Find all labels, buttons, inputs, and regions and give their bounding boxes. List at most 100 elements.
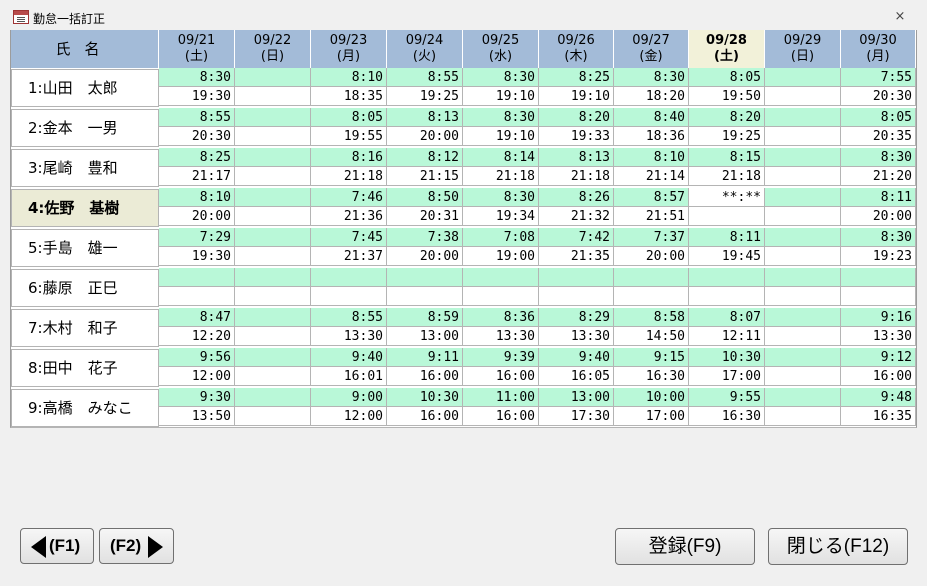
start-time-field[interactable]: [765, 148, 841, 167]
start-time-field[interactable]: 9:16: [841, 308, 916, 327]
end-time-field[interactable]: [463, 287, 539, 306]
end-time-field[interactable]: 13:30: [311, 327, 387, 346]
start-time-field[interactable]: 7:37: [614, 228, 689, 247]
end-time-field[interactable]: 19:33: [539, 127, 614, 146]
start-time-field[interactable]: 8:10: [311, 68, 387, 87]
end-time-field[interactable]: 19:25: [387, 87, 463, 106]
start-time-field[interactable]: 8:12: [387, 148, 463, 167]
end-time-field[interactable]: 21:18: [539, 167, 614, 186]
end-time-field[interactable]: 20:00: [614, 247, 689, 266]
start-time-field[interactable]: [235, 68, 311, 87]
end-time-field[interactable]: 12:00: [311, 407, 387, 426]
end-time-field[interactable]: 12:11: [689, 327, 765, 346]
end-time-field[interactable]: [539, 287, 614, 306]
start-time-field[interactable]: [235, 308, 311, 327]
end-time-field[interactable]: 21:35: [539, 247, 614, 266]
next-week-button[interactable]: (F2): [99, 528, 174, 564]
start-time-field[interactable]: 8:30: [463, 108, 539, 127]
end-time-field[interactable]: 16:01: [311, 367, 387, 386]
start-time-field[interactable]: 8:11: [841, 188, 916, 207]
end-time-field[interactable]: [689, 287, 765, 306]
start-time-field[interactable]: 8:05: [841, 108, 916, 127]
start-time-field[interactable]: 8:11: [689, 228, 765, 247]
start-time-field[interactable]: 8:10: [159, 188, 235, 207]
start-time-field[interactable]: [159, 268, 235, 287]
end-time-field[interactable]: [765, 407, 841, 426]
prev-week-button[interactable]: (F1): [20, 528, 94, 564]
end-time-field[interactable]: [235, 87, 311, 106]
start-time-field[interactable]: 8:07: [689, 308, 765, 327]
start-time-field[interactable]: 8:30: [841, 148, 916, 167]
end-time-field[interactable]: 20:35: [841, 127, 916, 146]
start-time-field[interactable]: **:**: [689, 188, 765, 207]
end-time-field[interactable]: 13:30: [841, 327, 916, 346]
end-time-field[interactable]: 16:30: [614, 367, 689, 386]
end-time-field[interactable]: [235, 247, 311, 266]
end-time-field[interactable]: 20:31: [387, 207, 463, 226]
end-time-field[interactable]: 19:10: [463, 127, 539, 146]
end-time-field[interactable]: [159, 287, 235, 306]
start-time-field[interactable]: 7:42: [539, 228, 614, 247]
start-time-field[interactable]: 9:40: [539, 348, 614, 367]
start-time-field[interactable]: 7:08: [463, 228, 539, 247]
end-time-field[interactable]: 21:18: [311, 167, 387, 186]
employee-name[interactable]: 5:手島 雄一: [11, 229, 159, 267]
start-time-field[interactable]: 10:30: [387, 388, 463, 407]
end-time-field[interactable]: [765, 167, 841, 186]
end-time-field[interactable]: [235, 207, 311, 226]
start-time-field[interactable]: 8:25: [539, 68, 614, 87]
start-time-field[interactable]: 8:30: [159, 68, 235, 87]
end-time-field[interactable]: [614, 287, 689, 306]
end-time-field[interactable]: 19:30: [159, 87, 235, 106]
end-time-field[interactable]: 19:55: [311, 127, 387, 146]
start-time-field[interactable]: [765, 188, 841, 207]
end-time-field[interactable]: [387, 287, 463, 306]
register-button[interactable]: 登録(F9): [615, 528, 755, 565]
end-time-field[interactable]: 20:30: [841, 87, 916, 106]
end-time-field[interactable]: 16:00: [463, 367, 539, 386]
employee-name[interactable]: 7:木村 和子: [11, 309, 159, 347]
start-time-field[interactable]: [765, 388, 841, 407]
end-time-field[interactable]: 21:18: [689, 167, 765, 186]
start-time-field[interactable]: [235, 188, 311, 207]
end-time-field[interactable]: 13:50: [159, 407, 235, 426]
end-time-field[interactable]: 19:00: [463, 247, 539, 266]
end-time-field[interactable]: [765, 127, 841, 146]
end-time-field[interactable]: 20:00: [387, 127, 463, 146]
end-time-field[interactable]: [689, 207, 765, 226]
end-time-field[interactable]: 21:32: [539, 207, 614, 226]
end-time-field[interactable]: 20:00: [841, 207, 916, 226]
end-time-field[interactable]: 21:36: [311, 207, 387, 226]
end-time-field[interactable]: 18:35: [311, 87, 387, 106]
start-time-field[interactable]: 13:00: [539, 388, 614, 407]
close-icon[interactable]: ×: [892, 9, 908, 25]
end-time-field[interactable]: 16:00: [841, 367, 916, 386]
start-time-field[interactable]: [841, 268, 916, 287]
employee-name[interactable]: 8:田中 花子: [11, 349, 159, 387]
start-time-field[interactable]: [765, 308, 841, 327]
start-time-field[interactable]: [765, 348, 841, 367]
start-time-field[interactable]: 8:05: [689, 68, 765, 87]
start-time-field[interactable]: [689, 268, 765, 287]
end-time-field[interactable]: 21:51: [614, 207, 689, 226]
start-time-field[interactable]: 8:30: [463, 68, 539, 87]
end-time-field[interactable]: 21:14: [614, 167, 689, 186]
start-time-field[interactable]: 8:20: [689, 108, 765, 127]
start-time-field[interactable]: [539, 268, 614, 287]
start-time-field[interactable]: 9:48: [841, 388, 916, 407]
employee-name[interactable]: 6:藤原 正巳: [11, 269, 159, 307]
start-time-field[interactable]: [235, 108, 311, 127]
start-time-field[interactable]: 8:55: [387, 68, 463, 87]
start-time-field[interactable]: [765, 108, 841, 127]
start-time-field[interactable]: 9:40: [311, 348, 387, 367]
end-time-field[interactable]: 12:00: [159, 367, 235, 386]
start-time-field[interactable]: [765, 228, 841, 247]
start-time-field[interactable]: 8:55: [159, 108, 235, 127]
start-time-field[interactable]: 8:58: [614, 308, 689, 327]
end-time-field[interactable]: [235, 167, 311, 186]
start-time-field[interactable]: 8:36: [463, 308, 539, 327]
start-time-field[interactable]: 8:30: [614, 68, 689, 87]
end-time-field[interactable]: [311, 287, 387, 306]
start-time-field[interactable]: [235, 148, 311, 167]
start-time-field[interactable]: 8:47: [159, 308, 235, 327]
